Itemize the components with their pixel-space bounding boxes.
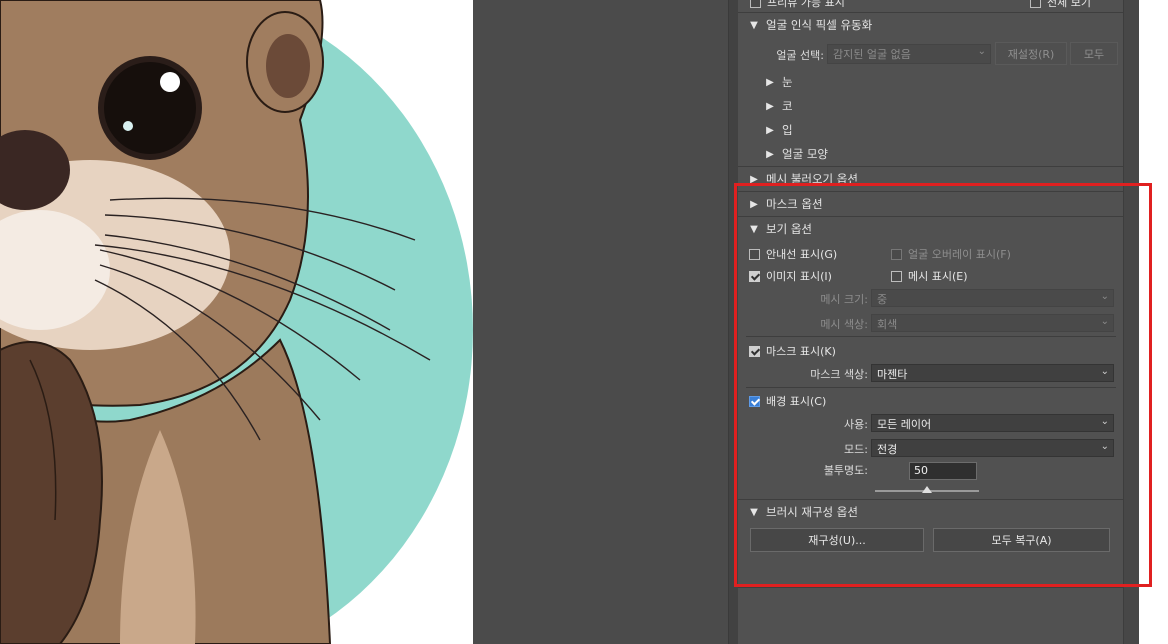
window-edge [1139, 0, 1168, 644]
show-mask-label: 마스크 표시(K) [766, 345, 836, 358]
brush-reconstruct-header[interactable]: ▼ 브러시 재구성 옵션 [748, 504, 858, 520]
face-aware-header[interactable]: ▼ 얼굴 인식 픽셀 유동화 [748, 17, 872, 33]
mesh-size-label: 메시 크기: [820, 293, 868, 306]
panel-scrollbar[interactable] [1123, 0, 1140, 644]
section-divider [738, 499, 1123, 500]
face-aware-title: 얼굴 인식 픽셀 유동화 [766, 18, 873, 32]
face-reset-button[interactable]: 재설정(R) [995, 42, 1067, 65]
opacity-label: 불투명도: [823, 464, 868, 477]
canvas-preview[interactable] [0, 0, 473, 644]
face-item-label: 입 [782, 123, 793, 137]
triangle-down-icon: ▼ [750, 506, 758, 518]
section-divider [746, 387, 1116, 388]
triangle-right-icon: ▶ [766, 76, 774, 88]
chevron-down-icon: ⌄ [1100, 291, 1109, 302]
chevron-down-icon: ⌄ [1100, 441, 1109, 452]
checkbox[interactable] [891, 270, 902, 282]
show-guides-checkbox[interactable]: 안내선 표시(G) [749, 246, 837, 262]
top-partial-right-label: 전체 보기 [1047, 0, 1091, 9]
section-divider [738, 166, 1123, 167]
mask-color-label: 마스크 색상: [810, 368, 868, 381]
face-all-button[interactable]: 모두 [1070, 42, 1118, 65]
mesh-size-dropdown[interactable]: 중 ⌄ [871, 289, 1114, 307]
mask-color-value: 마젠타 [877, 368, 908, 381]
face-item-eyes[interactable]: ▶ 눈 [764, 74, 793, 90]
mesh-color-value: 회색 [877, 318, 898, 331]
triangle-right-icon: ▶ [750, 173, 758, 185]
triangle-down-icon: ▼ [750, 19, 758, 31]
mesh-color-label: 메시 색상: [820, 318, 868, 331]
restore-all-button[interactable]: 모두 복구(A) [933, 528, 1110, 552]
triangle-right-icon: ▶ [766, 124, 774, 136]
triangle-right-icon: ▶ [766, 148, 774, 160]
face-item-nose[interactable]: ▶ 코 [764, 98, 793, 114]
top-partial-left-label: 프리뷰 가능 표시 [767, 0, 845, 9]
face-item-mouth[interactable]: ▶ 입 [764, 122, 793, 138]
mesh-color-dropdown[interactable]: 회색 ⌄ [871, 314, 1114, 332]
checkbox[interactable] [1030, 0, 1041, 8]
mode-label: 모드: [844, 443, 868, 456]
face-item-label: 얼굴 모양 [782, 147, 828, 161]
canvas-gutter [473, 0, 728, 644]
section-divider [738, 587, 1123, 588]
triangle-right-icon: ▶ [766, 100, 774, 112]
mask-options-title: 마스크 옵션 [766, 197, 823, 211]
face-item-face-shape[interactable]: ▶ 얼굴 모양 [764, 146, 828, 162]
checkbox[interactable] [750, 0, 761, 8]
face-item-label: 눈 [782, 75, 793, 89]
mode-value: 전경 [877, 443, 898, 456]
properties-panel: 프리뷰 가능 표시 전체 보기 ▼ 얼굴 인식 픽셀 유동화 얼굴 선택: 감지… [738, 0, 1123, 644]
triangle-down-icon: ▼ [750, 223, 758, 235]
triangle-right-icon: ▶ [750, 198, 758, 210]
show-face-overlay-checkbox[interactable]: 얼굴 오버레이 표시(F) [891, 246, 1011, 262]
mask-color-dropdown[interactable]: 마젠타 ⌄ [871, 364, 1114, 382]
face-item-label: 코 [782, 99, 793, 113]
mesh-size-value: 중 [877, 293, 888, 306]
top-partial-checkbox-right[interactable]: 전체 보기 [1030, 0, 1091, 10]
show-mesh-checkbox[interactable]: 메시 표시(E) [891, 268, 968, 284]
view-options-title: 보기 옵션 [766, 222, 812, 236]
brush-reconstruct-title: 브러시 재구성 옵션 [766, 505, 858, 519]
checkbox-checked[interactable] [749, 345, 760, 357]
show-face-overlay-label: 얼굴 오버레이 표시(F) [908, 248, 1011, 261]
mode-dropdown[interactable]: 전경 ⌄ [871, 439, 1114, 457]
show-backdrop-label: 배경 표시(C) [766, 395, 827, 408]
checkbox-checked[interactable] [749, 270, 760, 282]
checkbox[interactable] [891, 248, 902, 260]
top-partial-checkbox-left[interactable]: 프리뷰 가능 표시 [750, 0, 845, 10]
view-options-header[interactable]: ▼ 보기 옵션 [748, 221, 812, 237]
show-image-checkbox[interactable]: 이미지 표시(I) [749, 268, 832, 284]
checkbox-checked[interactable] [749, 395, 760, 407]
use-dropdown[interactable]: 모든 레이어 ⌄ [871, 414, 1114, 432]
use-label: 사용: [844, 418, 868, 431]
opacity-input[interactable]: 50 [909, 462, 977, 480]
section-divider [738, 12, 1123, 13]
face-select-value: 감지된 얼굴 없음 [833, 48, 911, 61]
show-backdrop-checkbox[interactable]: 배경 표시(C) [749, 393, 826, 409]
chevron-down-icon: ⌄ [1100, 366, 1109, 377]
chevron-down-icon: ⌄ [1100, 316, 1109, 327]
face-select-label: 얼굴 선택: [776, 49, 824, 62]
show-guides-label: 안내선 표시(G) [766, 248, 838, 261]
chevron-down-icon: ⌄ [977, 46, 986, 57]
section-divider [738, 216, 1123, 217]
mesh-load-header[interactable]: ▶ 메시 불러오기 옵션 [748, 171, 858, 187]
section-divider [738, 191, 1123, 192]
chevron-down-icon: ⌄ [1100, 416, 1109, 427]
use-value: 모든 레이어 [877, 418, 932, 431]
opacity-slider-thumb[interactable] [922, 486, 932, 493]
face-select-dropdown[interactable]: 감지된 얼굴 없음 ⌄ [827, 44, 991, 64]
reconstruct-button[interactable]: 재구성(U)... [750, 528, 924, 552]
mesh-load-title: 메시 불러오기 옵션 [766, 172, 858, 186]
checkbox[interactable] [749, 248, 760, 260]
show-image-label: 이미지 표시(I) [766, 270, 832, 283]
otter-illustration [0, 0, 473, 644]
mask-options-header[interactable]: ▶ 마스크 옵션 [748, 196, 823, 212]
section-divider [746, 336, 1116, 337]
show-mesh-label: 메시 표시(E) [908, 270, 968, 283]
show-mask-checkbox[interactable]: 마스크 표시(K) [749, 343, 836, 359]
